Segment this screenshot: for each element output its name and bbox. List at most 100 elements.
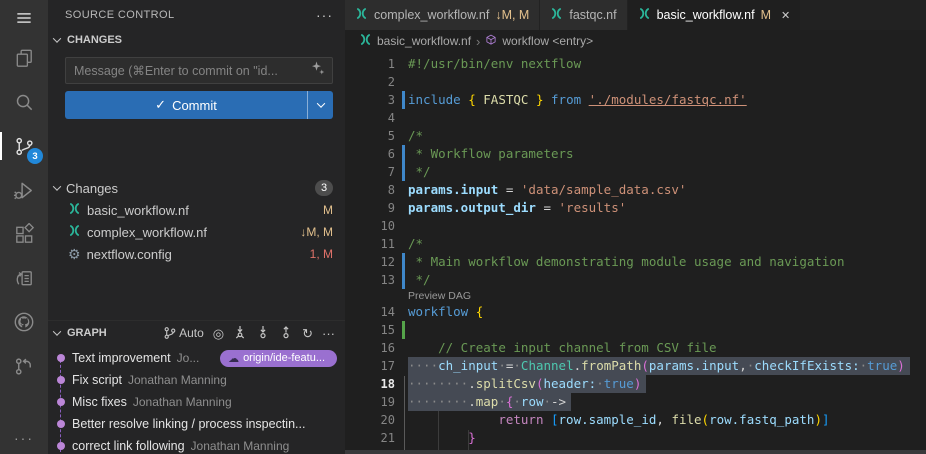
source-control-graph-icon[interactable] <box>0 344 48 388</box>
breadcrumb-file[interactable]: basic_workflow.nf <box>377 34 471 48</box>
editor-area: complex_workflow.nf↓M, Mfastqc.nfbasic_w… <box>345 0 926 454</box>
commit-button[interactable]: ✓ Commit <box>65 91 333 119</box>
chevron-down-icon <box>53 182 61 190</box>
line-number: 10 <box>345 217 395 235</box>
references-icon[interactable] <box>0 256 48 300</box>
line-number: 12 <box>345 253 395 271</box>
activity-more-icon[interactable]: ··· <box>14 430 34 454</box>
breadcrumb-separator-icon: › <box>476 34 480 49</box>
push-icon[interactable] <box>279 325 293 341</box>
breadcrumb-symbol[interactable]: workflow <entry> <box>502 34 593 48</box>
chevron-down-icon <box>53 327 61 335</box>
tab-title: complex_workflow.nf <box>374 8 489 22</box>
chevron-down-icon <box>53 34 61 42</box>
refresh-icon[interactable]: ↻ <box>302 327 313 340</box>
repo-picker-button[interactable]: Auto <box>163 326 204 340</box>
tab-fastqc.nf[interactable]: fastqc.nf <box>540 0 627 30</box>
line-content: * Main workflow demonstrating module usa… <box>408 253 845 271</box>
commit-message-input[interactable]: Message (⌘Enter to commit on "id... <box>65 57 333 84</box>
line-content: /* <box>408 235 423 253</box>
line-number: 13 <box>345 271 395 289</box>
github-icon[interactable] <box>0 300 48 344</box>
line-number: 16 <box>345 339 395 357</box>
line-number: 1 <box>345 55 395 73</box>
code-line: 19········.map·{·row·-> <box>345 393 926 411</box>
branch-badge[interactable]: ☁ origin/ide-featu... <box>220 350 337 367</box>
branch-badge-label: origin/ide-featu... <box>243 352 325 364</box>
commit-graph-list: Text improvementJo...☁origin/ide-featu..… <box>48 347 345 454</box>
git-modified-gutter <box>402 271 405 289</box>
graph-section-header[interactable]: GRAPH Auto ◎ <box>48 321 345 345</box>
commit-row[interactable]: correct link followingJonathan Manning <box>48 435 345 454</box>
changes-count-badge: 3 <box>315 180 333 196</box>
commit-dropdown-button[interactable] <box>307 91 333 119</box>
horizontal-scrollbar[interactable] <box>345 450 926 454</box>
nextflow-file-icon <box>359 33 372 49</box>
commit-input-placeholder: Message (⌘Enter to commit on "id... <box>74 63 310 78</box>
changes-tree-header[interactable]: Changes 3 <box>48 177 345 199</box>
commit-message: correct link following <box>72 439 185 453</box>
code-editor[interactable]: 1#!/usr/bin/env nextflow23include { FAST… <box>345 52 926 454</box>
line-content: ········.splitCsv(header:·true) <box>408 375 646 393</box>
tab-complex_workflow.nf[interactable]: complex_workflow.nf↓M, M <box>345 0 540 30</box>
graph-section-label: GRAPH <box>67 327 156 339</box>
nextflow-file-icon <box>355 7 368 23</box>
changes-tree-label: Changes <box>66 181 309 196</box>
commit-button-label: Commit <box>172 98 217 113</box>
code-line: 6 * Workflow parameters <box>345 145 926 163</box>
changed-file-row[interactable]: ⚙nextflow.config1, M <box>48 243 345 265</box>
sidebar-title: SOURCE CONTROL <box>65 9 316 21</box>
code-line: 13 */ <box>345 271 926 289</box>
changed-file-row[interactable]: basic_workflow.nfM <box>48 199 345 221</box>
line-number: 5 <box>345 127 395 145</box>
commit-message: Better resolve linking / process inspect… <box>72 417 305 431</box>
line-number: 21 <box>345 429 395 447</box>
codelens-preview-dag[interactable]: Preview DAG <box>345 289 926 303</box>
chevron-down-icon <box>316 99 324 107</box>
line-number: 18 <box>345 375 395 393</box>
line-content: workflow { <box>408 303 483 321</box>
menu-icon[interactable] <box>0 0 48 36</box>
sidebar-more-actions-icon[interactable]: ··· <box>316 7 333 23</box>
generate-commit-message-icon[interactable] <box>310 60 326 81</box>
changes-section-header[interactable]: CHANGES <box>48 30 345 50</box>
code-line: 9 params.output_dir = 'results' <box>345 199 926 217</box>
target-icon[interactable]: ◎ <box>213 327 224 340</box>
tab-basic_workflow.nf[interactable]: basic_workflow.nfM✕ <box>628 0 802 30</box>
commit-author: Jonathan Manning <box>133 395 232 409</box>
gear-icon: ⚙ <box>68 247 81 261</box>
cloud-icon: ☁ <box>228 352 239 365</box>
nextflow-file-icon <box>638 7 651 23</box>
file-name: basic_workflow.nf <box>87 203 317 218</box>
graph-more-actions-icon[interactable]: ··· <box>322 327 335 340</box>
code-line: 14 workflow { <box>345 303 926 321</box>
line-number: 15 <box>345 321 395 339</box>
pull-icon[interactable] <box>256 325 270 341</box>
line-number: 9 <box>345 199 395 217</box>
commit-row[interactable]: Misc fixesJonathan Manning <box>48 391 345 413</box>
line-content: params.output_dir = 'results' <box>408 199 626 217</box>
line-number: 3 <box>345 91 395 109</box>
commit-row[interactable]: Better resolve linking / process inspect… <box>48 413 345 435</box>
explorer-icon[interactable] <box>0 36 48 80</box>
run-and-debug-icon[interactable] <box>0 168 48 212</box>
commit-dot-icon <box>57 376 65 384</box>
line-number: 14 <box>345 303 395 321</box>
extensions-icon[interactable] <box>0 212 48 256</box>
line-content: #!/usr/bin/env nextflow <box>408 55 581 73</box>
commit-author: Jo... <box>177 351 200 365</box>
code-line: 5/* <box>345 127 926 145</box>
line-content: params.input = 'data/sample_data.csv' <box>408 181 686 199</box>
commit-row[interactable]: Text improvementJo...☁origin/ide-featu..… <box>48 347 345 369</box>
nextflow-file-icon <box>68 224 81 240</box>
changed-file-row[interactable]: complex_workflow.nf↓M, M <box>48 221 345 243</box>
search-icon[interactable] <box>0 80 48 124</box>
fetch-icon[interactable] <box>233 325 247 341</box>
line-content: ········.map·{·row·-> <box>408 393 571 411</box>
code-line: 4 <box>345 109 926 127</box>
source-control-icon[interactable]: 3 <box>0 124 48 168</box>
commit-row[interactable]: Fix scriptJonathan Manning <box>48 369 345 391</box>
code-line: 1 #!/usr/bin/env nextflow <box>345 55 926 73</box>
close-icon[interactable]: ✕ <box>781 9 790 22</box>
check-icon: ✓ <box>155 97 166 113</box>
